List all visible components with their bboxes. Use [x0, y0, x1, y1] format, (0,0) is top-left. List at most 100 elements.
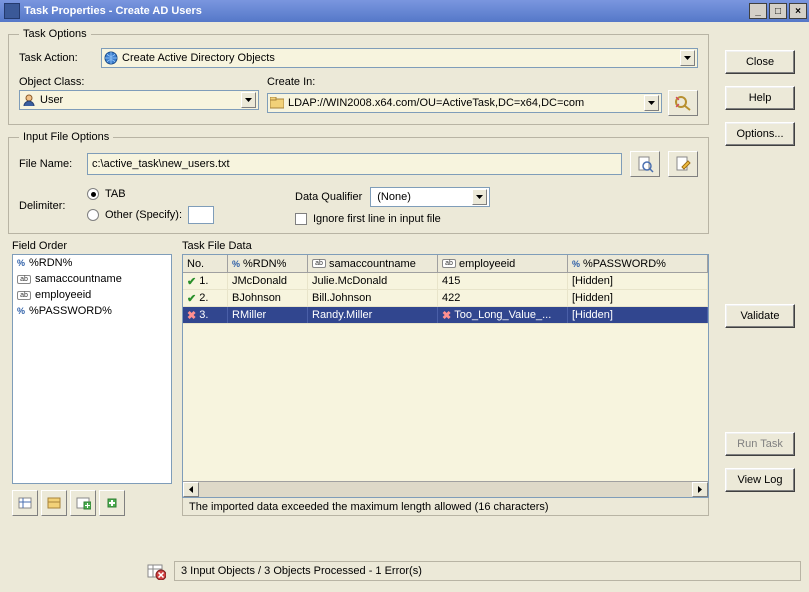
- cell-sam: Bill.Johnson: [308, 290, 438, 306]
- task-action-combo[interactable]: Create Active Directory Objects: [101, 48, 698, 68]
- object-class-value: User: [36, 94, 241, 106]
- options-button[interactable]: Options...: [725, 122, 795, 146]
- delimiter-tab-radio[interactable]: [87, 188, 99, 200]
- col-no[interactable]: No.: [183, 255, 228, 272]
- field-order-item[interactable]: % %RDN%: [13, 255, 171, 271]
- title-bar: Task Properties - Create AD Users _ □ ×: [0, 0, 809, 22]
- error-icon: ✖: [187, 309, 196, 322]
- table-row[interactable]: ✖ 3.RMillerRandy.Miller✖ Too_Long_Value_…: [183, 307, 708, 324]
- globe-icon: [104, 51, 118, 65]
- window-close-button[interactable]: ×: [789, 3, 807, 19]
- fo-tool-3[interactable]: [70, 490, 96, 516]
- variable-icon: %: [17, 306, 25, 316]
- cell-no: ✔ 2.: [183, 290, 228, 306]
- object-class-drop-button[interactable]: [241, 92, 256, 108]
- cell-rdn: RMiller: [228, 307, 308, 323]
- filename-input[interactable]: c:\active_task\new_users.txt: [87, 153, 622, 175]
- field-order-item[interactable]: % %PASSWORD%: [13, 303, 171, 319]
- attribute-icon: ab: [312, 259, 326, 268]
- col-label: employeeid: [459, 258, 515, 270]
- preview-file-button[interactable]: [630, 151, 660, 177]
- cell-no: ✖ 3.: [183, 307, 228, 323]
- delimiter-other-label: Other (Specify):: [105, 209, 182, 221]
- table-row[interactable]: ✔ 1.JMcDonaldJulie.McDonald415[Hidden]: [183, 273, 708, 290]
- fo-tool-1[interactable]: [12, 490, 38, 516]
- field-order-item[interactable]: absamaccountname: [13, 271, 171, 287]
- field-order-list[interactable]: % %RDN% absamaccountname abemployeeid % %P…: [12, 254, 172, 484]
- help-button[interactable]: Help: [725, 86, 795, 110]
- grid-h-scrollbar[interactable]: [183, 481, 708, 497]
- col-label: %PASSWORD%: [583, 258, 666, 270]
- ignore-first-checkbox[interactable]: [295, 213, 307, 225]
- col-rdn[interactable]: %%RDN%: [228, 255, 308, 272]
- data-qualifier-label: Data Qualifier: [295, 191, 362, 203]
- task-action-label: Task Action:: [19, 52, 93, 64]
- view-log-button[interactable]: View Log: [725, 468, 795, 492]
- scroll-track[interactable]: [199, 482, 692, 497]
- task-options-group: Task Options Task Action: Create Active …: [8, 28, 709, 125]
- grid-status-line: The imported data exceeded the maximum l…: [182, 498, 709, 516]
- cell-emp: 415: [438, 273, 568, 289]
- window-title: Task Properties - Create AD Users: [24, 5, 202, 17]
- cell-sam: Julie.McDonald: [308, 273, 438, 289]
- fo-tool-2[interactable]: [41, 490, 67, 516]
- delimiter-other-radio[interactable]: [87, 209, 99, 221]
- input-file-options-group: Input File Options File Name: c:\active_…: [8, 131, 709, 234]
- field-order-item[interactable]: abemployeeid: [13, 287, 171, 303]
- footer-error-icon: [146, 562, 166, 580]
- data-qualifier-drop-button[interactable]: [472, 189, 487, 205]
- create-in-drop-button[interactable]: [644, 95, 659, 111]
- col-pw[interactable]: %%PASSWORD%: [568, 255, 708, 272]
- cell-pw: [Hidden]: [568, 273, 708, 289]
- grid-body: ✔ 1.JMcDonaldJulie.McDonald415[Hidden]✔ …: [183, 273, 708, 481]
- cell-emp: ✖ Too_Long_Value_...: [438, 307, 568, 323]
- delimiter-other-input[interactable]: [188, 206, 214, 224]
- data-qualifier-value: (None): [373, 191, 472, 203]
- task-options-legend: Task Options: [19, 28, 91, 40]
- cell-rdn: BJohnson: [228, 290, 308, 306]
- create-in-label: Create In:: [267, 76, 698, 88]
- fo-tool-4[interactable]: [99, 490, 125, 516]
- grid-status-text: The imported data exceeded the maximum l…: [189, 501, 549, 513]
- app-icon: [4, 3, 20, 19]
- browse-container-button[interactable]: [668, 90, 698, 116]
- variable-icon: %: [17, 258, 25, 268]
- window-maximize-button[interactable]: □: [769, 3, 787, 19]
- scroll-left-button[interactable]: [183, 482, 199, 497]
- right-button-panel: Close Help Options...: [725, 50, 795, 158]
- cell-pw: [Hidden]: [568, 307, 708, 323]
- folder-icon: [270, 97, 284, 109]
- error-icon: ✖: [442, 309, 451, 322]
- data-qualifier-combo[interactable]: (None): [370, 187, 490, 207]
- task-action-value: Create Active Directory Objects: [118, 52, 680, 64]
- col-sam[interactable]: absamaccountname: [308, 255, 438, 272]
- edit-file-button[interactable]: [668, 151, 698, 177]
- check-icon: ✔: [187, 292, 196, 305]
- footer-summary: 3 Input Objects / 3 Objects Processed - …: [181, 565, 422, 577]
- delimiter-label: Delimiter:: [19, 200, 79, 212]
- close-button[interactable]: Close: [725, 50, 795, 74]
- task-file-legend: Task File Data: [182, 240, 709, 252]
- field-order-item-label: %RDN%: [29, 257, 72, 269]
- attribute-icon: ab: [442, 259, 456, 268]
- scroll-right-button[interactable]: [692, 482, 708, 497]
- create-in-combo[interactable]: LDAP://WIN2008.x64.com/OU=ActiveTask,DC=…: [267, 93, 662, 113]
- col-emp[interactable]: abemployeeid: [438, 255, 568, 272]
- filename-label: File Name:: [19, 158, 79, 170]
- field-order-item-label: %PASSWORD%: [29, 305, 112, 317]
- task-action-drop-button[interactable]: [680, 50, 695, 66]
- col-label: %RDN%: [243, 258, 286, 270]
- col-label: No.: [187, 258, 204, 270]
- footer: 3 Input Objects / 3 Objects Processed - …: [8, 560, 801, 582]
- footer-summary-box: 3 Input Objects / 3 Objects Processed - …: [174, 561, 801, 581]
- check-icon: ✔: [187, 275, 196, 288]
- task-file-grid[interactable]: No. %%RDN% absamaccountname abemployeeid…: [182, 254, 709, 498]
- table-row[interactable]: ✔ 2.BJohnsonBill.Johnson422[Hidden]: [183, 290, 708, 307]
- col-label: samaccountname: [329, 258, 416, 270]
- object-class-combo[interactable]: User: [19, 90, 259, 110]
- window-minimize-button[interactable]: _: [749, 3, 767, 19]
- validate-button[interactable]: Validate: [725, 304, 795, 328]
- run-task-button[interactable]: Run Task: [725, 432, 795, 456]
- cell-pw: [Hidden]: [568, 290, 708, 306]
- delimiter-tab-label: TAB: [105, 188, 126, 200]
